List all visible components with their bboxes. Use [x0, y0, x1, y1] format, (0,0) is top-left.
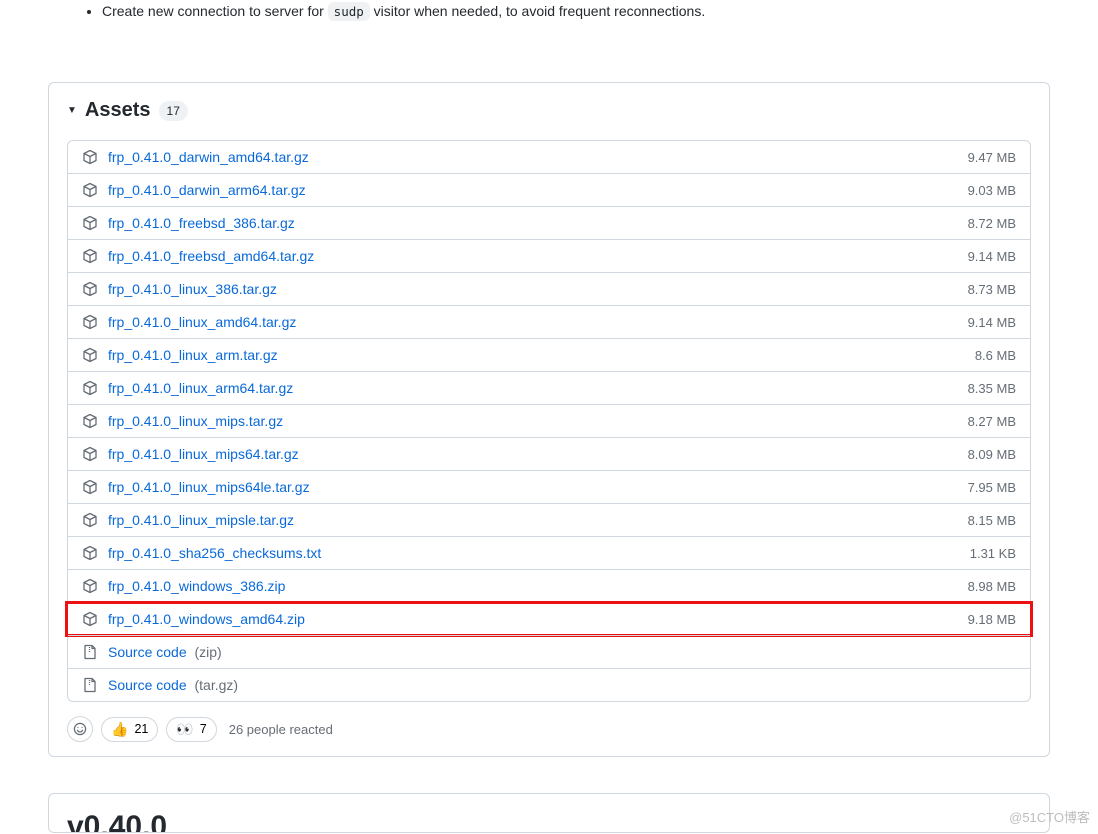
asset-row: frp_0.41.0_linux_arm.tar.gz8.6 MB [68, 338, 1030, 371]
thumbs-up-icon: 👍 [111, 721, 128, 738]
reactions-summary: 26 people reacted [229, 722, 333, 737]
asset-row: frp_0.41.0_windows_amd64.zip9.18 MB [68, 602, 1030, 635]
asset-link[interactable]: frp_0.41.0_linux_arm.tar.gz [108, 347, 946, 363]
asset-link[interactable]: frp_0.41.0_windows_386.zip [108, 578, 946, 594]
add-reaction-button[interactable] [67, 716, 93, 742]
asset-link[interactable]: frp_0.41.0_linux_mips64.tar.gz [108, 446, 946, 462]
asset-size: 8.27 MB [946, 414, 1016, 429]
asset-size: 7.95 MB [946, 480, 1016, 495]
asset-size: 8.15 MB [946, 513, 1016, 528]
asset-row: frp_0.41.0_linux_mips64le.tar.gz7.95 MB [68, 470, 1030, 503]
asset-link[interactable]: frp_0.41.0_linux_mipsle.tar.gz [108, 512, 946, 528]
reaction-eyes[interactable]: 👀 7 [166, 717, 216, 742]
asset-row: frp_0.41.0_darwin_amd64.tar.gz9.47 MB [68, 141, 1030, 173]
asset-link[interactable]: frp_0.41.0_freebsd_amd64.tar.gz [108, 248, 946, 264]
file-zip-icon [82, 677, 98, 693]
note-text-suffix: visitor when needed, to avoid frequent r… [374, 3, 706, 19]
reactions-bar: 👍 21 👀 7 26 people reacted [67, 716, 1031, 742]
package-icon [82, 314, 98, 330]
package-icon [82, 578, 98, 594]
asset-format: (zip) [191, 644, 222, 660]
eyes-count: 7 [200, 722, 207, 736]
thumbs-count: 21 [134, 722, 148, 736]
asset-size: 8.35 MB [946, 381, 1016, 396]
asset-row: Source code (zip) [68, 635, 1030, 668]
package-icon [82, 281, 98, 297]
asset-list: frp_0.41.0_darwin_amd64.tar.gz9.47 MBfrp… [67, 140, 1031, 702]
package-icon [82, 545, 98, 561]
asset-row: frp_0.41.0_linux_386.tar.gz8.73 MB [68, 272, 1030, 305]
asset-size: 9.14 MB [946, 315, 1016, 330]
file-zip-icon [82, 644, 98, 660]
asset-link[interactable]: Source code (tar.gz) [108, 677, 946, 693]
package-icon [82, 149, 98, 165]
package-icon [82, 347, 98, 363]
package-icon [82, 248, 98, 264]
asset-format: (tar.gz) [191, 677, 238, 693]
asset-row: frp_0.41.0_linux_amd64.tar.gz9.14 MB [68, 305, 1030, 338]
asset-link[interactable]: frp_0.41.0_darwin_amd64.tar.gz [108, 149, 946, 165]
release-assets-section: ▼ Assets 17 frp_0.41.0_darwin_amd64.tar.… [48, 82, 1050, 757]
inline-code: sudp [328, 2, 370, 21]
package-icon [82, 512, 98, 528]
asset-size: 8.73 MB [946, 282, 1016, 297]
smiley-icon [73, 722, 87, 736]
asset-size: 1.31 KB [946, 546, 1016, 561]
asset-size: 8.09 MB [946, 447, 1016, 462]
asset-link[interactable]: frp_0.41.0_linux_mips.tar.gz [108, 413, 946, 429]
asset-link[interactable]: frp_0.41.0_linux_arm64.tar.gz [108, 380, 946, 396]
asset-size: 9.18 MB [946, 612, 1016, 627]
asset-size: 8.6 MB [946, 348, 1016, 363]
asset-row: frp_0.41.0_sha256_checksums.txt1.31 KB [68, 536, 1030, 569]
package-icon [82, 380, 98, 396]
asset-size: 8.98 MB [946, 579, 1016, 594]
eyes-icon: 👀 [176, 721, 193, 738]
asset-row: frp_0.41.0_freebsd_386.tar.gz8.72 MB [68, 206, 1030, 239]
package-icon [82, 446, 98, 462]
asset-row: frp_0.41.0_freebsd_amd64.tar.gz9.14 MB [68, 239, 1030, 272]
asset-link[interactable]: frp_0.41.0_sha256_checksums.txt [108, 545, 946, 561]
next-release-panel: v0.40.0 [48, 793, 1050, 833]
asset-link[interactable]: frp_0.41.0_windows_amd64.zip [108, 611, 946, 627]
asset-row: frp_0.41.0_linux_mipsle.tar.gz8.15 MB [68, 503, 1030, 536]
release-notes: Create new connection to server for sudp… [20, 0, 1078, 42]
asset-row: Source code (tar.gz) [68, 668, 1030, 701]
package-icon [82, 215, 98, 231]
assets-toggle[interactable]: ▼ Assets 17 [49, 99, 1049, 132]
package-icon [82, 611, 98, 627]
asset-link[interactable]: frp_0.41.0_linux_386.tar.gz [108, 281, 946, 297]
asset-link[interactable]: frp_0.41.0_freebsd_386.tar.gz [108, 215, 946, 231]
asset-size: 9.14 MB [946, 249, 1016, 264]
asset-row: frp_0.41.0_darwin_arm64.tar.gz9.03 MB [68, 173, 1030, 206]
assets-title: Assets [85, 99, 151, 122]
asset-link[interactable]: Source code (zip) [108, 644, 946, 660]
asset-link[interactable]: frp_0.41.0_linux_mips64le.tar.gz [108, 479, 946, 495]
note-text-prefix: Create new connection to server for [102, 3, 328, 19]
caret-down-icon: ▼ [67, 105, 77, 116]
reaction-thumbs-up[interactable]: 👍 21 [101, 717, 158, 742]
next-release-title: v0.40.0 [67, 810, 1031, 833]
asset-size: 8.72 MB [946, 216, 1016, 231]
asset-row: frp_0.41.0_linux_mips.tar.gz8.27 MB [68, 404, 1030, 437]
asset-row: frp_0.41.0_linux_arm64.tar.gz8.35 MB [68, 371, 1030, 404]
release-note-item: Create new connection to server for sudp… [102, 0, 1048, 22]
asset-link[interactable]: frp_0.41.0_linux_amd64.tar.gz [108, 314, 946, 330]
package-icon [82, 182, 98, 198]
asset-row: frp_0.41.0_windows_386.zip8.98 MB [68, 569, 1030, 602]
asset-size: 9.47 MB [946, 150, 1016, 165]
package-icon [82, 413, 98, 429]
assets-count-badge: 17 [159, 101, 188, 121]
package-icon [82, 479, 98, 495]
asset-size: 9.03 MB [946, 183, 1016, 198]
asset-row: frp_0.41.0_linux_mips64.tar.gz8.09 MB [68, 437, 1030, 470]
asset-link[interactable]: frp_0.41.0_darwin_arm64.tar.gz [108, 182, 946, 198]
